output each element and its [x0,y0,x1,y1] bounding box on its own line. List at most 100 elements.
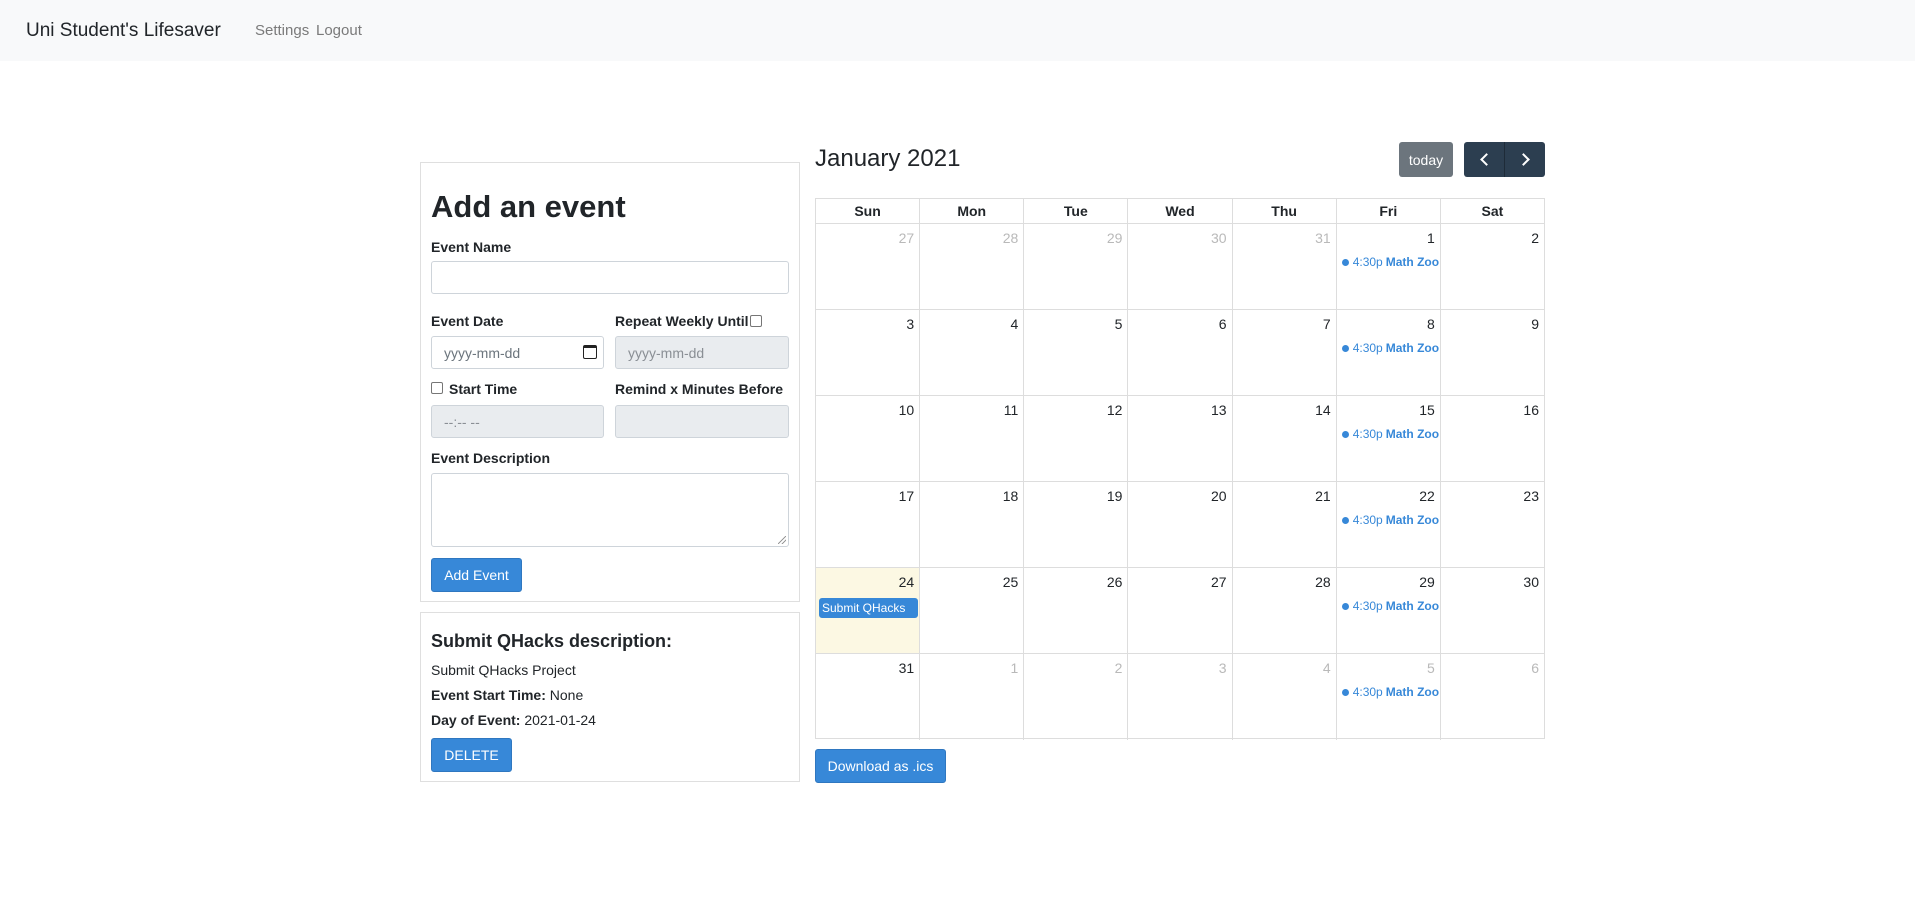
day-number[interactable]: 31 [1315,230,1331,246]
calendar-day-cell[interactable]: 30 [1128,224,1233,309]
calendar-day-cell[interactable]: 24 Submit QHacks [816,568,921,653]
download-ics-button[interactable]: Download as .ics [815,749,946,783]
calendar-event[interactable]: 4:30pMath Zoom [1341,341,1439,355]
calendar-day-cell[interactable]: 3 [816,310,921,395]
day-number[interactable]: 6 [1219,316,1227,332]
day-number[interactable]: 31 [899,660,915,676]
calendar-day-cell[interactable]: 13 [1128,396,1233,481]
start-time-checkbox[interactable] [431,382,443,394]
calendar-day-cell[interactable]: 7 [1233,310,1337,395]
calendar-day-cell[interactable]: 29 [1024,224,1129,309]
day-number[interactable]: 1 [1010,660,1018,676]
brand-title[interactable]: Uni Student's Lifesaver [26,20,221,42]
calendar-day-cell[interactable]: 19 [1024,482,1129,567]
day-number[interactable]: 28 [1315,574,1331,590]
remind-input[interactable] [615,405,789,438]
delete-button[interactable]: DELETE [431,738,512,772]
calendar-day-cell[interactable]: 5 4:30pMath Zoom [1337,654,1441,740]
nav-link-logout[interactable]: Logout [316,22,362,39]
day-number[interactable]: 10 [899,402,915,418]
day-number[interactable]: 15 [1419,402,1435,418]
event-name-input[interactable] [431,261,789,294]
next-month-button[interactable] [1504,142,1545,177]
day-number[interactable]: 12 [1107,402,1123,418]
calendar-day-cell[interactable]: 31 [1233,224,1337,309]
day-number[interactable]: 4 [1323,660,1331,676]
calendar-day-cell[interactable]: 8 4:30pMath Zoom [1337,310,1441,395]
start-time-input[interactable]: --:-- -- [431,405,604,438]
day-number[interactable]: 17 [899,488,915,504]
calendar-day-cell[interactable]: 27 [1128,568,1233,653]
day-number[interactable]: 29 [1419,574,1435,590]
prev-month-button[interactable] [1464,142,1504,177]
calendar-day-cell[interactable]: 6 [1441,654,1544,740]
day-number[interactable]: 30 [1523,574,1539,590]
day-number[interactable]: 19 [1107,488,1123,504]
calendar-day-cell[interactable]: 17 [816,482,921,567]
calendar-day-cell[interactable]: 12 [1024,396,1129,481]
day-number[interactable]: 6 [1531,660,1539,676]
day-number[interactable]: 7 [1323,316,1331,332]
day-number[interactable]: 29 [1107,230,1123,246]
calendar-day-cell[interactable]: 6 [1128,310,1233,395]
day-number[interactable]: 28 [1003,230,1019,246]
day-number[interactable]: 30 [1211,230,1227,246]
calendar-day-cell[interactable]: 1 [920,654,1025,740]
calendar-day-cell[interactable]: 1 4:30pMath Zoom [1337,224,1441,309]
resize-grip-icon[interactable] [778,536,786,544]
calendar-day-cell[interactable]: 23 [1441,482,1544,567]
day-number[interactable]: 18 [1003,488,1019,504]
calendar-event-block[interactable]: Submit QHacks [819,598,918,618]
calendar-day-cell[interactable]: 22 4:30pMath Zoom [1337,482,1441,567]
calendar-day-cell[interactable]: 4 [1233,654,1337,740]
calendar-day-cell[interactable]: 28 [920,224,1025,309]
calendar-day-cell[interactable]: 2 [1024,654,1129,740]
calendar-day-cell[interactable]: 28 [1233,568,1337,653]
calendar-day-cell[interactable]: 14 [1233,396,1337,481]
day-number[interactable]: 2 [1115,660,1123,676]
day-number[interactable]: 5 [1115,316,1123,332]
calendar-day-cell[interactable]: 5 [1024,310,1129,395]
day-number[interactable]: 9 [1531,316,1539,332]
calendar-event[interactable]: 4:30pMath Zoom [1341,255,1439,269]
day-number[interactable]: 13 [1211,402,1227,418]
day-number[interactable]: 5 [1427,660,1435,676]
calendar-day-cell[interactable]: 3 [1128,654,1233,740]
day-number[interactable]: 22 [1419,488,1435,504]
calendar-day-cell[interactable]: 31 [816,654,921,740]
calendar-day-cell[interactable]: 15 4:30pMath Zoom [1337,396,1441,481]
calendar-icon[interactable] [583,345,597,359]
day-number[interactable]: 3 [906,316,914,332]
day-number[interactable]: 24 [899,574,915,590]
day-number[interactable]: 21 [1315,488,1331,504]
day-number[interactable]: 23 [1523,488,1539,504]
day-number[interactable]: 1 [1427,230,1435,246]
day-number[interactable]: 3 [1219,660,1227,676]
day-number[interactable]: 11 [1004,402,1019,418]
day-number[interactable]: 14 [1315,402,1331,418]
calendar-day-cell[interactable]: 16 [1441,396,1544,481]
calendar-day-cell[interactable]: 2 [1441,224,1544,309]
day-number[interactable]: 8 [1427,316,1435,332]
calendar-event[interactable]: 4:30pMath Zoom [1341,513,1439,527]
calendar-day-cell[interactable]: 4 [920,310,1025,395]
calendar-day-cell[interactable]: 20 [1128,482,1233,567]
repeat-weekly-checkbox[interactable] [750,315,762,327]
day-number[interactable]: 2 [1531,230,1539,246]
calendar-day-cell[interactable]: 27 [816,224,921,309]
calendar-event[interactable]: 4:30pMath Zoom [1341,685,1439,699]
calendar-day-cell[interactable]: 18 [920,482,1025,567]
day-number[interactable]: 27 [1211,574,1227,590]
day-number[interactable]: 4 [1010,316,1018,332]
event-date-input[interactable]: yyyy-mm-dd [431,336,604,369]
day-number[interactable]: 25 [1003,574,1019,590]
calendar-day-cell[interactable]: 9 [1441,310,1544,395]
calendar-day-cell[interactable]: 10 [816,396,921,481]
nav-link-settings[interactable]: Settings [255,22,309,39]
today-button[interactable]: today [1399,142,1453,177]
add-event-button[interactable]: Add Event [431,558,522,592]
day-number[interactable]: 16 [1523,402,1539,418]
calendar-day-cell[interactable]: 30 [1441,568,1544,653]
calendar-day-cell[interactable]: 25 [920,568,1025,653]
calendar-day-cell[interactable]: 21 [1233,482,1337,567]
